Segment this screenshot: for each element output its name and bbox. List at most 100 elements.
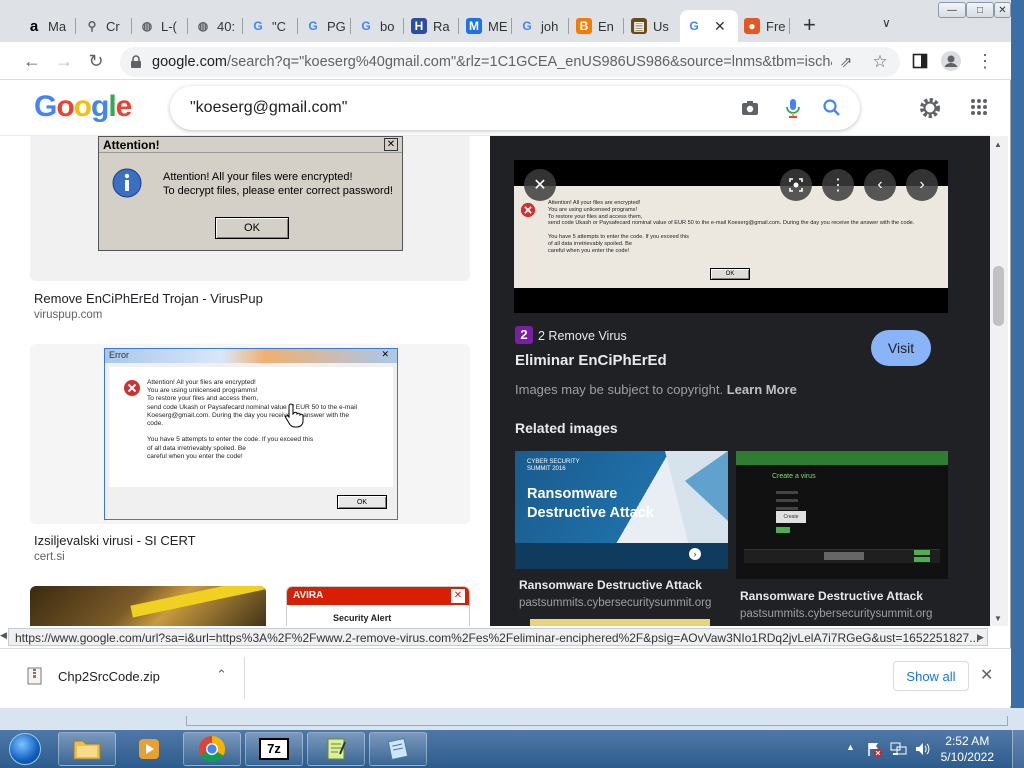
- bookmark-star-icon[interactable]: ☆: [870, 52, 890, 72]
- forward-arrow-icon[interactable]: →: [54, 51, 74, 71]
- start-button[interactable]: [2, 730, 48, 768]
- error-dialog-line: of all data irretrievably spoiled. Be: [147, 444, 246, 452]
- show-desktop-button[interactable]: [1012, 730, 1024, 768]
- browser-tab[interactable]: ▤ Us: [625, 10, 679, 42]
- close-tab-icon[interactable]: ✕: [714, 18, 726, 35]
- result-title[interactable]: Izsiljevalski virusi - SI CERT: [34, 533, 196, 548]
- taskbar-notepadpp[interactable]: [307, 732, 365, 766]
- result-thumbnail-viruspup[interactable]: Attention! ✕ Attention! All your files w…: [30, 136, 470, 281]
- browser-tab[interactable]: Gbo: [352, 10, 404, 42]
- restore-button[interactable]: □: [966, 2, 994, 18]
- browser-tab[interactable]: ⚲ Cr: [78, 10, 132, 42]
- error-dialog-line: code.: [147, 420, 164, 428]
- google-logo[interactable]: Google: [34, 90, 132, 124]
- reload-icon[interactable]: ↻: [86, 51, 106, 71]
- related-title[interactable]: Ransomware Destructive Attack: [740, 589, 923, 603]
- scroll-up-icon[interactable]: ▲: [994, 140, 1002, 149]
- side-panel-icon[interactable]: [910, 51, 930, 71]
- blogger-icon: B: [576, 18, 592, 34]
- error-dialog-line: Attention! All your files are encrypted!: [147, 379, 256, 386]
- related-title[interactable]: Ransomware Destructive Attack: [519, 578, 702, 592]
- camera-lens-icon[interactable]: [740, 98, 760, 118]
- source-name[interactable]: 2 Remove Virus: [538, 329, 627, 343]
- related-site[interactable]: pastsummits.cybersecuritysummit.org: [740, 608, 932, 620]
- action-center-flag-icon[interactable]: [866, 741, 882, 757]
- browser-tab[interactable]: Gjoh: [513, 10, 569, 42]
- minimize-button[interactable]: —: [938, 2, 966, 18]
- browser-tab[interactable]: H Ra: [405, 10, 459, 42]
- related-image-ransomware-1[interactable]: CYBER SECURITY SUMMIT 2016 Ransomware De…: [515, 451, 728, 569]
- google-icon: G: [253, 19, 263, 33]
- result-thumbnail-avira[interactable]: AVIRA ✕ Security Alert: [286, 586, 470, 626]
- learn-more-link[interactable]: Learn More: [727, 382, 797, 397]
- result-site[interactable]: viruspup.com: [34, 309, 102, 321]
- share-icon[interactable]: ⇗: [836, 52, 856, 72]
- scrollbar-thumb[interactable]: [993, 266, 1004, 326]
- volume-icon[interactable]: [914, 741, 930, 757]
- taskbar-explorer[interactable]: [58, 732, 116, 766]
- browser-tab[interactable]: B En: [570, 10, 624, 42]
- taskbar-7zip[interactable]: 7z: [245, 732, 303, 766]
- result-title[interactable]: Remove EnCiPhErEd Trojan - VirusPup: [34, 291, 263, 306]
- search-icon[interactable]: [822, 98, 842, 118]
- google-icon: G: [361, 19, 371, 33]
- related-image-3-partial[interactable]: [530, 619, 710, 626]
- next-image-icon[interactable]: ›: [906, 169, 938, 201]
- preview-title[interactable]: Eliminar EnCiPhErEd: [515, 352, 667, 369]
- browser-tab[interactable]: G PG: [299, 10, 351, 42]
- taskbar-media-player[interactable]: [120, 732, 178, 766]
- browser-tab[interactable]: a Ma: [20, 10, 76, 42]
- related-image-create-virus[interactable]: Create a virus Create: [736, 451, 948, 579]
- address-bar[interactable]: google.com/search?q="koeserg%40gmail.com…: [120, 47, 900, 77]
- back-arrow-icon[interactable]: ←: [22, 51, 42, 71]
- tab-search-chevron-icon[interactable]: ∨: [882, 16, 891, 30]
- related-site[interactable]: pastsummits.cybersecuritysummit.org: [519, 597, 711, 609]
- image-results: Attention! ✕ Attention! All your files w…: [0, 136, 490, 626]
- visual-search-lens-icon[interactable]: [780, 169, 812, 201]
- new-tab-button[interactable]: +: [803, 14, 816, 36]
- hscroll-right-icon[interactable]: ▶: [977, 632, 984, 643]
- taskbar-notepad[interactable]: [369, 732, 427, 766]
- search-box[interactable]: "koeserg@gmail.com": [170, 86, 860, 130]
- browser-tab[interactable]: G ✕: [680, 10, 738, 42]
- browser-tab[interactable]: G "C: [244, 10, 298, 42]
- settings-gear-icon[interactable]: [918, 96, 942, 120]
- result-thumbnail-cert[interactable]: Error ✕ Attention! All your files are en…: [30, 344, 470, 524]
- search-query[interactable]: "koeserg@gmail.com": [190, 99, 347, 117]
- browser-tab[interactable]: M ME: [460, 10, 512, 42]
- download-item[interactable]: Chp2SrcCode.zip: [26, 667, 160, 685]
- browser-tab[interactable]: ● Fre: [738, 10, 790, 42]
- close-window-button[interactable]: ✕: [994, 2, 1011, 18]
- hscroll-left-icon[interactable]: ◀: [0, 630, 7, 641]
- network-icon[interactable]: [890, 741, 908, 757]
- dialog-close-icon: ✕: [384, 138, 398, 151]
- apps-grid-icon[interactable]: [970, 98, 988, 116]
- menu-kebab-icon[interactable]: ⋮: [975, 51, 995, 71]
- error-dialog-line: [147, 428, 393, 436]
- url-text[interactable]: google.com/search?q="koeserg%40gmail.com…: [152, 54, 832, 70]
- profile-avatar-icon[interactable]: [941, 51, 961, 71]
- google-icon: G: [522, 19, 532, 33]
- close-preview-icon[interactable]: ✕: [524, 169, 556, 201]
- page-scrollbar[interactable]: ▲ ▼: [990, 136, 1008, 626]
- result-site[interactable]: cert.si: [34, 551, 65, 563]
- dialog-title: Attention!: [99, 137, 402, 153]
- preview-dialog-line: careful when you enter the code!: [548, 247, 630, 254]
- taskbar-chrome[interactable]: [183, 732, 241, 766]
- previous-image-icon[interactable]: ‹: [864, 169, 896, 201]
- more-options-icon[interactable]: ⋮: [822, 169, 854, 201]
- browser-tab[interactable]: ◍ 40:: [189, 10, 243, 42]
- show-hidden-icons-icon[interactable]: ▲: [846, 742, 855, 752]
- system-clock[interactable]: 2:52 AM 5/10/2022: [941, 733, 994, 765]
- result-thumbnail-crime-tape[interactable]: [30, 586, 266, 626]
- system-tray: ▲ 2:52 AM 5/10/2022: [842, 730, 1024, 768]
- visit-button[interactable]: Visit: [871, 330, 931, 366]
- microphone-icon[interactable]: [783, 98, 803, 118]
- show-all-button[interactable]: Show all: [893, 661, 969, 691]
- browser-tab[interactable]: ◍ L-(: [133, 10, 188, 42]
- scroll-down-icon[interactable]: ▼: [994, 614, 1002, 623]
- close-downloads-icon[interactable]: ✕: [980, 665, 993, 685]
- preview-ok-button: OK: [710, 268, 750, 280]
- lock-icon[interactable]: [130, 55, 142, 69]
- chevron-up-icon[interactable]: ⌃: [216, 667, 227, 683]
